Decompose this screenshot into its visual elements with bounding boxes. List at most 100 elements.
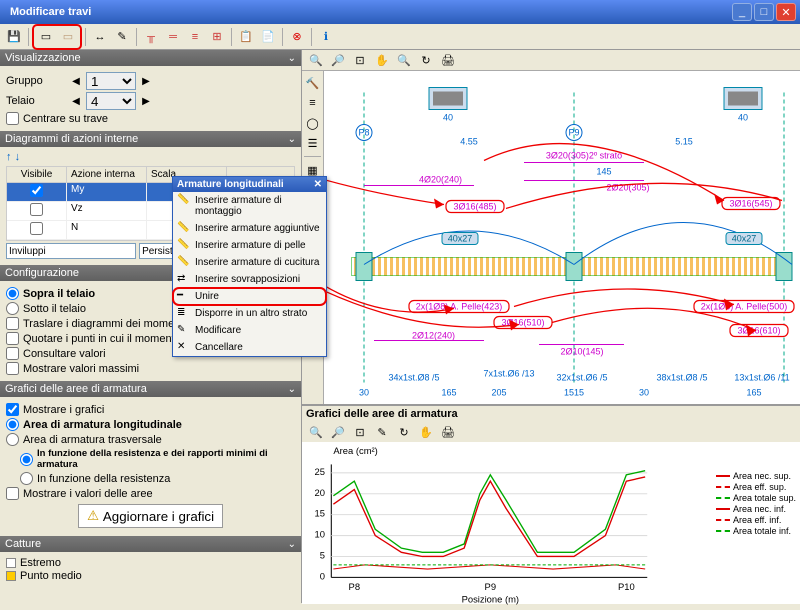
gruppo-next[interactable]: ▶ bbox=[139, 73, 153, 89]
centrare-label: Centrare su trave bbox=[23, 113, 108, 125]
tool-beam3[interactable]: ⊞ bbox=[207, 27, 227, 47]
telaio-select[interactable]: 4 bbox=[86, 92, 136, 110]
tool-note[interactable]: ✎ bbox=[112, 27, 132, 47]
zoom-out-icon[interactable]: 🔎 bbox=[328, 50, 348, 70]
gruppo-select[interactable]: 1 bbox=[86, 72, 136, 90]
svg-text:34x1st.Ø8 /5: 34x1st.Ø8 /5 bbox=[388, 373, 439, 383]
minimize-button[interactable]: _ bbox=[732, 3, 752, 21]
chart-area[interactable]: Area (cm²) 0 5 10 15 20 25 bbox=[302, 442, 800, 607]
tool-beam2[interactable]: ≡ bbox=[185, 27, 205, 47]
mostraremax-check[interactable] bbox=[6, 362, 19, 375]
ctx-inserire-pelle[interactable]: 📏Inserire armature di pelle bbox=[173, 237, 326, 254]
tool-layers-icon[interactable]: ☰ bbox=[304, 134, 322, 152]
telaio-prev[interactable]: ◀ bbox=[69, 93, 83, 109]
telaio-label: Telaio bbox=[6, 95, 66, 107]
ctx-cancellare[interactable]: ✕Cancellare bbox=[173, 339, 326, 356]
svg-text:2Ø10(145): 2Ø10(145) bbox=[560, 347, 603, 357]
chart-zoom-icon[interactable]: 🔍 bbox=[306, 422, 326, 442]
catt-puntomedio[interactable]: Punto medio bbox=[20, 570, 82, 582]
section-grafaree[interactable]: Grafici delle aree di armatura⌄ bbox=[0, 381, 301, 397]
tool-dim[interactable]: ↔ bbox=[90, 27, 110, 47]
arrow-up-icon[interactable]: ↑ bbox=[6, 151, 12, 163]
sopra-radio[interactable] bbox=[6, 287, 19, 300]
vis-check-vz[interactable] bbox=[30, 203, 43, 216]
ctx-unire[interactable]: ━Unire bbox=[173, 288, 326, 305]
ctx-inserire-montaggio[interactable]: 📏Inserire armature di montaggio bbox=[173, 192, 326, 220]
tool-circle-icon[interactable]: ◯ bbox=[304, 114, 322, 132]
funzres-radio[interactable] bbox=[20, 453, 33, 466]
pan-icon[interactable]: ✋ bbox=[372, 50, 392, 70]
tool-bars-icon[interactable]: ≡ bbox=[304, 94, 322, 112]
centrare-check[interactable] bbox=[6, 112, 19, 125]
ctx-inserire-sovrapposizioni[interactable]: ⇄Inserire sovrapposizioni bbox=[173, 271, 326, 288]
quotare-check[interactable] bbox=[6, 332, 19, 345]
catt-estremo[interactable]: Estremo bbox=[20, 557, 61, 569]
svg-text:4Ø20(240): 4Ø20(240) bbox=[419, 175, 462, 185]
mostrareval-check[interactable] bbox=[6, 487, 19, 500]
tool-report[interactable]: 📄 bbox=[258, 27, 278, 47]
ctx-inserire-cucitura[interactable]: 📏Inserire armature di cucitura bbox=[173, 254, 326, 271]
svg-text:32x1st.Ø6 /5: 32x1st.Ø6 /5 bbox=[556, 373, 607, 383]
bar-icon: 📏 bbox=[177, 194, 191, 208]
ctxmenu-close-icon[interactable]: ✕ bbox=[314, 179, 322, 190]
arrow-down-icon[interactable]: ↓ bbox=[15, 151, 21, 163]
context-menu-armature: Armature longitudinali✕ 📏Inserire armatu… bbox=[172, 176, 327, 357]
svg-text:20: 20 bbox=[315, 487, 325, 498]
vis-check-n[interactable] bbox=[30, 222, 43, 235]
gruppo-prev[interactable]: ◀ bbox=[69, 73, 83, 89]
chart-hand-icon[interactable]: ✋ bbox=[416, 422, 436, 442]
ctx-disporre[interactable]: ≣Disporre in un altro strato bbox=[173, 305, 326, 322]
tool-box-tan[interactable]: ▭ bbox=[58, 27, 78, 47]
magnify-icon[interactable]: 🔍 bbox=[394, 50, 414, 70]
chart-zoomout-icon[interactable]: 🔎 bbox=[328, 422, 348, 442]
sotto-radio[interactable] bbox=[6, 302, 19, 315]
chart-refresh-icon[interactable]: ↻ bbox=[394, 422, 414, 442]
funzres-label: In funzione della resistenza e dei rappo… bbox=[37, 448, 295, 470]
titlebar: Modificare travi _ □ ✕ bbox=[0, 0, 800, 24]
chart-extents-icon[interactable]: ⊡ bbox=[350, 422, 370, 442]
svg-text:5.15: 5.15 bbox=[675, 137, 693, 147]
col-azione: Azione interna bbox=[67, 167, 147, 182]
tool-info[interactable]: ℹ bbox=[316, 27, 336, 47]
svg-text:40x27: 40x27 bbox=[732, 234, 757, 244]
section-catture[interactable]: Catture⌄ bbox=[0, 536, 301, 552]
zoom-window-icon[interactable]: 🔍 bbox=[306, 50, 326, 70]
funzres2-radio[interactable] bbox=[20, 472, 33, 485]
drawing-canvas[interactable]: P8 P9 40 40 4.55 5.15 4Ø20(240) 3Ø20(305… bbox=[324, 71, 800, 404]
svg-text:205: 205 bbox=[491, 388, 506, 398]
inviluppi-input[interactable] bbox=[6, 243, 136, 259]
zoom-extents-icon[interactable]: ⊡ bbox=[350, 50, 370, 70]
svg-text:40x27: 40x27 bbox=[448, 234, 473, 244]
maximize-button[interactable]: □ bbox=[754, 3, 774, 21]
arealong-label: Area di armatura longitudinale bbox=[23, 419, 182, 431]
svg-text:30: 30 bbox=[359, 388, 369, 398]
print-icon[interactable]: 🖨 bbox=[438, 50, 458, 70]
aggiornare-button[interactable]: ⚠Aggiornare i grafici bbox=[78, 504, 223, 528]
mostrare-check[interactable] bbox=[6, 403, 19, 416]
tool-calc[interactable]: 📋 bbox=[236, 27, 256, 47]
vis-check-my[interactable] bbox=[30, 184, 43, 197]
refresh-icon[interactable]: ↻ bbox=[416, 50, 436, 70]
tool-beam1[interactable]: ═ bbox=[163, 27, 183, 47]
tool-sect[interactable]: ╥ bbox=[141, 27, 161, 47]
chart-print-icon[interactable]: 🖨 bbox=[438, 422, 458, 442]
consultare-check[interactable] bbox=[6, 347, 19, 360]
section-diag[interactable]: Diagrammi di azioni interne⌄ bbox=[0, 131, 301, 147]
tool-box-red[interactable]: ▭ bbox=[36, 27, 56, 47]
close-button[interactable]: ✕ bbox=[776, 3, 796, 21]
tool-hammer-icon[interactable]: 🔨 bbox=[304, 74, 322, 92]
arealong-radio[interactable] bbox=[6, 418, 19, 431]
section-grafaree-label: Grafici delle aree di armatura bbox=[5, 383, 147, 395]
funzres2-label: In funzione della resistenza bbox=[37, 473, 170, 485]
chart-pen-icon[interactable]: ✎ bbox=[372, 422, 392, 442]
delete-icon: ✕ bbox=[177, 341, 191, 355]
ctx-inserire-aggiuntive[interactable]: 📏Inserire armature aggiuntive bbox=[173, 220, 326, 237]
telaio-next[interactable]: ▶ bbox=[139, 93, 153, 109]
tool-stop[interactable]: ⊗ bbox=[287, 27, 307, 47]
traslare-check[interactable] bbox=[6, 317, 19, 330]
section-visual[interactable]: Visualizzazione⌄ bbox=[0, 50, 301, 66]
areatrasv-radio[interactable] bbox=[6, 433, 19, 446]
save-icon[interactable]: 💾 bbox=[4, 27, 24, 47]
ctx-modificare[interactable]: ✎Modificare bbox=[173, 322, 326, 339]
svg-text:Area (cm²): Area (cm²) bbox=[333, 445, 377, 456]
